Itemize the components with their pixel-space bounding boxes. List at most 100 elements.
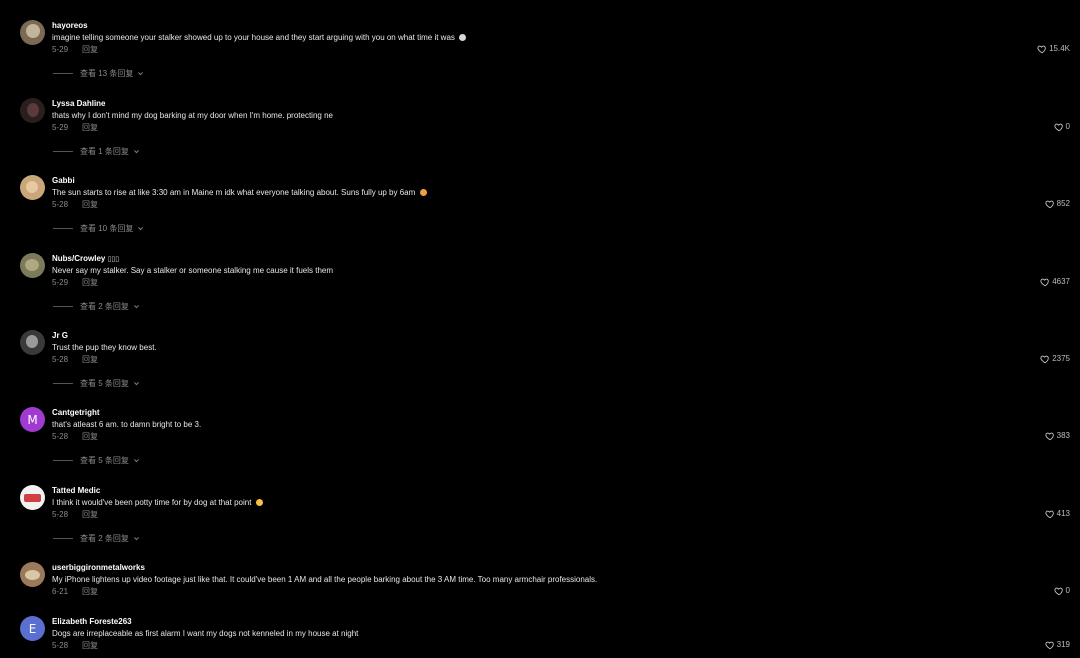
avatar[interactable] [20, 485, 45, 510]
like-count: 2375 [1052, 354, 1070, 363]
chevron-down-icon [133, 537, 139, 541]
heart-icon [1045, 432, 1054, 440]
view-replies-button[interactable]: 查看 5 条回复 [53, 455, 140, 466]
comment-text: imagine telling someone your stalker sho… [52, 32, 467, 43]
comment-text: The sun starts to rise at like 3:30 am i… [52, 187, 427, 198]
like-count: 4637 [1052, 277, 1070, 286]
comment-date: 5-29 [52, 278, 69, 287]
avatar[interactable]: E [20, 616, 45, 641]
view-replies-button[interactable]: 查看 1 条回复 [53, 146, 140, 157]
reply-button[interactable]: 回复 [82, 45, 98, 54]
divider [53, 383, 73, 384]
skull-emoji-icon [459, 34, 467, 41]
avatar[interactable] [20, 98, 45, 123]
view-replies-button[interactable]: 查看 5 条回复 [53, 378, 140, 389]
like-button[interactable]: 4637 [1040, 276, 1070, 287]
like-button[interactable]: 15.4K [1037, 43, 1070, 54]
comment-username[interactable]: hayoreos [52, 20, 88, 31]
comment-meta: 5-29 回复 [52, 122, 98, 133]
reply-button[interactable]: 回复 [82, 123, 98, 132]
comment-text: My iPhone lightens up video footage just… [52, 575, 598, 584]
view-replies-button[interactable]: 查看 10 条回复 [53, 223, 144, 234]
heart-icon [1037, 45, 1046, 53]
comment-date: 6-21 [52, 587, 69, 596]
avatar[interactable] [20, 562, 45, 587]
comment-username[interactable]: Lyssa Dahline [52, 98, 106, 109]
reply-button[interactable]: 回复 [82, 355, 98, 364]
reply-button[interactable]: 回复 [82, 200, 98, 209]
heart-icon [1053, 123, 1063, 131]
divider [53, 151, 73, 152]
comment-meta: 6-21 回复 [52, 586, 98, 597]
avatar-letter: E [28, 621, 37, 636]
chevron-down-icon [133, 459, 139, 463]
avatar[interactable]: M [20, 407, 45, 432]
like-button[interactable]: 2375 [1040, 353, 1070, 364]
view-replies-button[interactable]: 查看 2 条回复 [53, 533, 140, 544]
comment-date: 5-28 [52, 200, 69, 209]
chevron-down-icon [133, 382, 139, 386]
chevron-down-icon [133, 305, 139, 309]
divider [53, 460, 73, 461]
comment-list: hayoreos imagine telling someone your st… [0, 0, 1080, 658]
comment-text: Never say my stalker. Say a stalker or s… [52, 266, 334, 275]
divider [53, 228, 73, 229]
like-count: 852 [1056, 199, 1070, 208]
comment-date: 5-28 [52, 355, 69, 364]
like-button[interactable]: 319 [1045, 639, 1070, 650]
reply-button[interactable]: 回复 [82, 587, 98, 596]
view-replies-button[interactable]: 查看 13 条回复 [53, 68, 144, 79]
like-count: 15.4K [1049, 44, 1070, 53]
like-button[interactable]: 413 [1045, 508, 1070, 519]
comment-username[interactable]: userbiggironmetalworks [52, 562, 145, 573]
like-count: 383 [1056, 431, 1070, 440]
like-button[interactable]: 852 [1045, 198, 1070, 209]
avatar[interactable] [20, 253, 45, 278]
reply-button[interactable]: 回复 [82, 278, 98, 287]
comment-date: 5-28 [52, 641, 69, 650]
avatar[interactable] [20, 20, 45, 45]
divider [53, 73, 73, 74]
comment-username[interactable]: Cantgetright [52, 407, 100, 418]
avatar[interactable] [20, 175, 45, 200]
avatar[interactable] [20, 330, 45, 355]
like-count: 0 [1065, 122, 1070, 131]
like-count: 319 [1056, 640, 1070, 649]
comment-username[interactable]: Nubs/Crowley ▯▯▯ [52, 253, 119, 265]
comment-text: thats why I don't mind my dog barking at… [52, 111, 333, 120]
like-count: 0 [1065, 586, 1070, 595]
comment-text: I think it would've been potty time for … [52, 497, 263, 508]
comment-date: 5-29 [52, 123, 69, 132]
comment-meta: 5-28 回复 [52, 354, 98, 365]
heart-icon [1040, 355, 1049, 363]
comment-text: that's atleast 6 am. to damn bright to b… [52, 420, 202, 429]
comment-username[interactable]: Jr G [52, 330, 68, 341]
comment-text: Dogs are irreplaceable as first alarm I … [52, 629, 359, 638]
comment-text: Trust the pup they know best. [52, 343, 157, 352]
like-button[interactable]: 383 [1045, 430, 1070, 441]
reply-button[interactable]: 回复 [82, 510, 98, 519]
comment-meta: 5-29 回复 [52, 277, 98, 288]
comment-meta: 5-29 回复 [52, 44, 98, 55]
comment-username[interactable]: Elizabeth Foreste263 [52, 616, 132, 627]
heart-icon [1040, 278, 1049, 286]
reply-button[interactable]: 回复 [82, 641, 98, 650]
like-button[interactable]: 0 [1053, 585, 1070, 596]
heart-icon [1045, 510, 1054, 518]
reply-button[interactable]: 回复 [82, 432, 98, 441]
view-replies-button[interactable]: 查看 2 条回复 [53, 301, 140, 312]
comment-meta: 5-28 回复 [52, 640, 98, 651]
like-count: 413 [1056, 509, 1070, 518]
divider [53, 538, 73, 539]
comment-meta: 5-28 回复 [52, 199, 98, 210]
comment-meta: 5-28 回复 [52, 431, 98, 442]
comment-meta: 5-28 回复 [52, 509, 98, 520]
comment-username[interactable]: Tatted Medic [52, 485, 100, 496]
heart-icon [1053, 587, 1063, 595]
comment-username[interactable]: Gabbi [52, 175, 75, 186]
laughing-emoji-icon [419, 189, 427, 196]
comment-date: 5-29 [52, 45, 69, 54]
like-button[interactable]: 0 [1053, 121, 1070, 132]
comment-date: 5-28 [52, 510, 69, 519]
avatar-letter: M [27, 412, 38, 427]
